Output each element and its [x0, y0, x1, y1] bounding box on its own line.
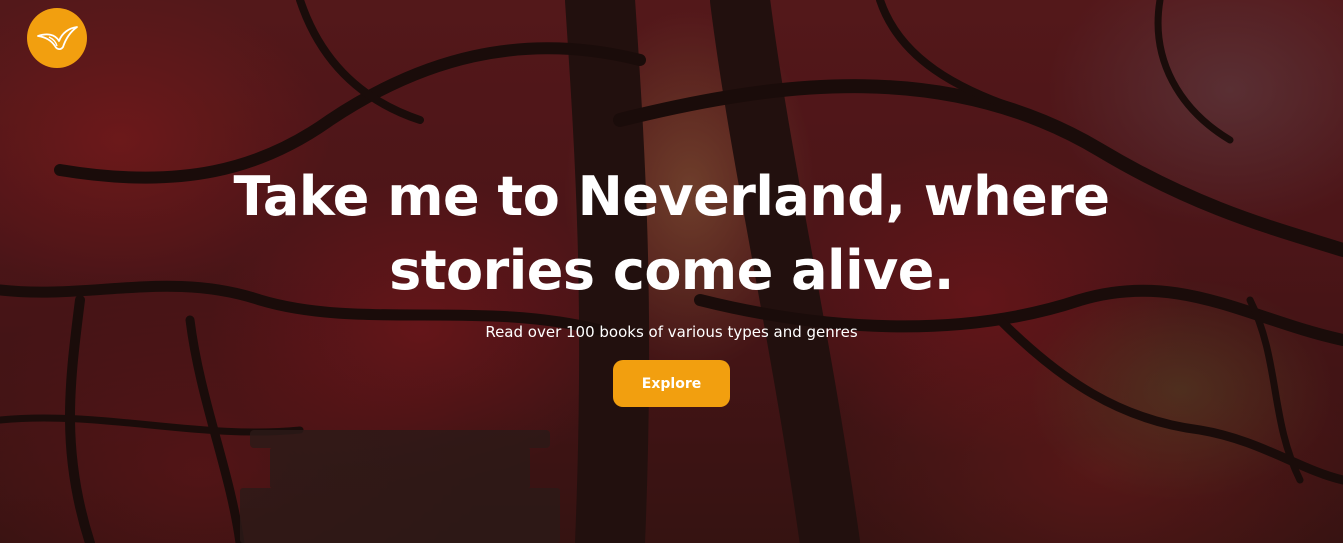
hero-section: Take me to Neverland, where stories come…	[0, 0, 1343, 543]
hero-headline: Take me to Neverland, where stories come…	[233, 165, 1110, 302]
explore-button[interactable]: Explore	[613, 360, 730, 407]
bird-icon	[37, 26, 78, 51]
hero-content: Take me to Neverland, where stories come…	[0, 160, 1343, 407]
logo-button[interactable]	[27, 8, 87, 68]
hero-subtitle: Read over 100 books of various types and…	[485, 323, 858, 341]
